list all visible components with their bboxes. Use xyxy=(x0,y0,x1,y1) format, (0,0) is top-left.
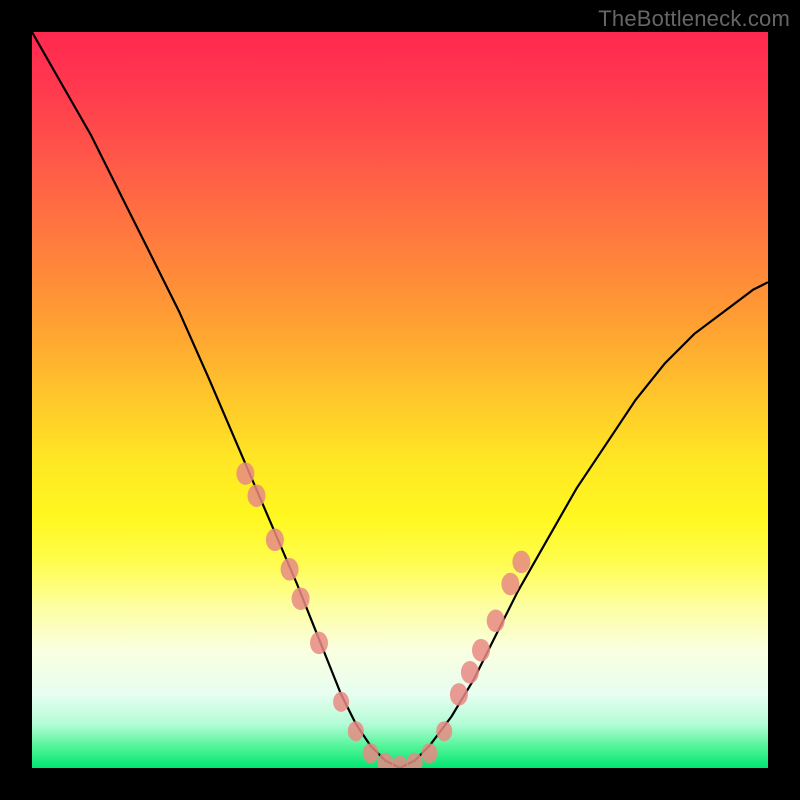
chart-marker xyxy=(512,551,530,574)
watermark-text: TheBottleneck.com xyxy=(598,6,790,32)
chart-marker xyxy=(392,756,408,768)
chart-marker xyxy=(248,484,266,507)
chart-marker xyxy=(487,610,505,633)
chart-marker xyxy=(281,558,299,581)
chart-marker xyxy=(461,661,479,684)
chart-marker xyxy=(348,721,364,741)
chart-marker xyxy=(363,743,379,763)
chart-marker xyxy=(310,632,328,655)
chart-marker xyxy=(266,529,284,552)
chart-marker xyxy=(292,587,310,610)
chart-marker xyxy=(333,692,349,712)
chart-svg xyxy=(32,32,768,768)
chart-marker xyxy=(236,462,254,485)
chart-marker xyxy=(436,721,452,741)
chart-frame: TheBottleneck.com xyxy=(0,0,800,800)
bottleneck-curve xyxy=(32,32,768,768)
chart-marker xyxy=(421,743,437,763)
chart-marker xyxy=(501,573,519,596)
chart-marker xyxy=(472,639,490,662)
plot-area xyxy=(32,32,768,768)
chart-marker xyxy=(450,683,468,706)
chart-markers xyxy=(236,462,530,768)
